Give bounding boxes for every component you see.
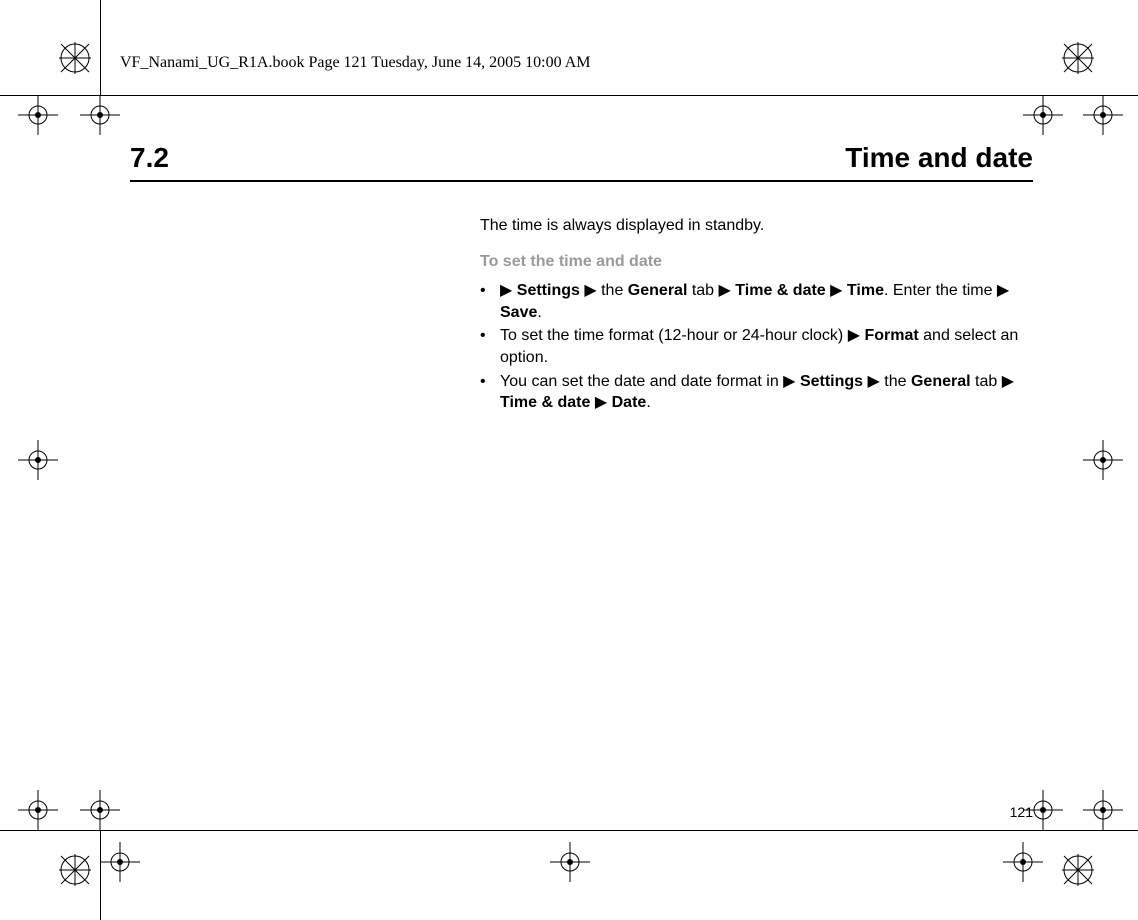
text: tab bbox=[971, 373, 1002, 390]
menu-time: Time bbox=[847, 282, 884, 299]
arrow-icon: ▶ bbox=[830, 282, 842, 299]
arrow-icon: ▶ bbox=[595, 394, 607, 411]
menu-format: Format bbox=[864, 327, 918, 344]
subheading: To set the time and date bbox=[480, 251, 1033, 273]
bullet-item: To set the time format (12-hour or 24-ho… bbox=[480, 325, 1033, 368]
menu-settings: Settings bbox=[517, 282, 580, 299]
registration-mark-bottom-left bbox=[55, 850, 95, 890]
crop-line-top bbox=[0, 95, 1138, 96]
text: tab bbox=[687, 282, 718, 299]
section-heading: 7.2 Time and date bbox=[130, 142, 1033, 182]
book-header: VF_Nanami_UG_R1A.book Page 121 Tuesday, … bbox=[120, 54, 591, 72]
crosshair-icon bbox=[100, 842, 140, 882]
bullet-item: ▶ Settings ▶ the General tab ▶ Time & da… bbox=[480, 280, 1033, 323]
intro-text: The time is always displayed in standby. bbox=[480, 215, 1033, 237]
page-number: 121 bbox=[1010, 804, 1033, 820]
crop-line-left-upper bbox=[100, 0, 101, 95]
crosshair-icon bbox=[1083, 790, 1123, 830]
crosshair-icon bbox=[18, 95, 58, 135]
crosshair-icon bbox=[1083, 95, 1123, 135]
menu-general: General bbox=[628, 282, 688, 299]
section-title: Time and date bbox=[845, 142, 1033, 174]
crosshair-icon bbox=[1003, 842, 1043, 882]
menu-timedate: Time & date bbox=[735, 282, 825, 299]
menu-save: Save bbox=[500, 304, 537, 321]
arrow-icon: ▶ bbox=[1002, 373, 1014, 390]
registration-mark-top-right bbox=[1058, 38, 1098, 78]
arrow-icon: ▶ bbox=[500, 282, 512, 299]
section-number: 7.2 bbox=[130, 142, 169, 174]
menu-general: General bbox=[911, 373, 971, 390]
text: the bbox=[880, 373, 911, 390]
bullet-list: ▶ Settings ▶ the General tab ▶ Time & da… bbox=[480, 280, 1033, 414]
arrow-icon: ▶ bbox=[848, 327, 860, 344]
text: To set the time format (12-hour or 24-ho… bbox=[500, 327, 848, 344]
crosshair-icon bbox=[18, 440, 58, 480]
arrow-icon: ▶ bbox=[783, 373, 795, 390]
menu-timedate: Time & date bbox=[500, 394, 590, 411]
bullet-item: You can set the date and date format in … bbox=[480, 371, 1033, 414]
arrow-icon: ▶ bbox=[584, 282, 596, 299]
arrow-icon: ▶ bbox=[868, 373, 880, 390]
crosshair-icon bbox=[80, 95, 120, 135]
text: the bbox=[597, 282, 628, 299]
crosshair-icon bbox=[1083, 440, 1123, 480]
text: . bbox=[646, 394, 650, 411]
registration-mark-bottom-right bbox=[1058, 850, 1098, 890]
crosshair-icon bbox=[80, 790, 120, 830]
arrow-icon: ▶ bbox=[719, 282, 731, 299]
body-column: The time is always displayed in standby.… bbox=[480, 215, 1033, 416]
text: . Enter the time bbox=[884, 282, 997, 299]
text: You can set the date and date format in bbox=[500, 373, 783, 390]
text: . bbox=[537, 304, 541, 321]
menu-date: Date bbox=[612, 394, 647, 411]
crosshair-icon bbox=[550, 842, 590, 882]
registration-mark-top-left bbox=[55, 38, 95, 78]
crop-line-bottom bbox=[0, 830, 1138, 831]
arrow-icon: ▶ bbox=[997, 282, 1009, 299]
menu-settings: Settings bbox=[800, 373, 863, 390]
crosshair-icon bbox=[1023, 95, 1063, 135]
crosshair-icon bbox=[18, 790, 58, 830]
